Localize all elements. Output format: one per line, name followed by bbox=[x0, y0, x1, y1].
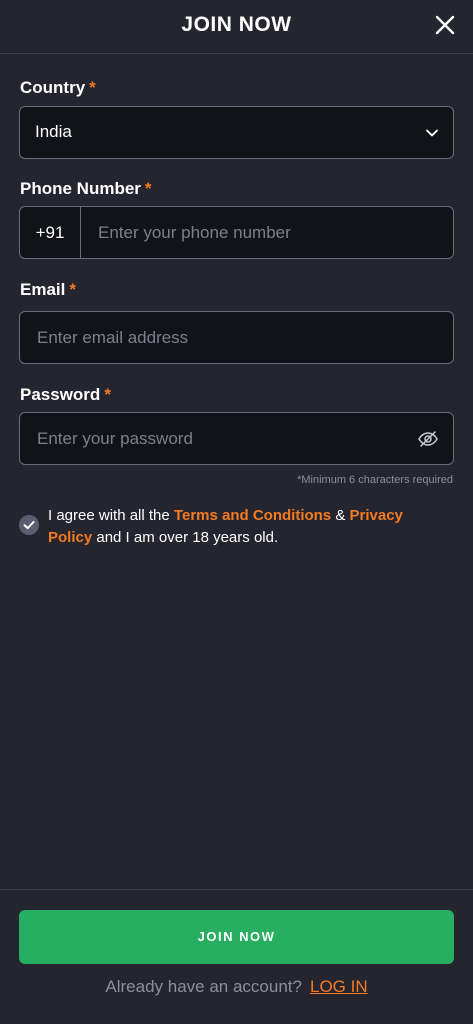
email-input[interactable] bbox=[35, 312, 440, 363]
login-prompt-row: Already have an account? LOG IN bbox=[0, 977, 473, 997]
email-label: Email * bbox=[20, 280, 76, 300]
phone-field: +91 bbox=[19, 206, 454, 259]
password-visibility-toggle[interactable] bbox=[417, 428, 439, 450]
join-now-screen: JOIN NOW Country * India Phone Number * +9… bbox=[0, 0, 473, 1024]
join-now-button[interactable]: JOIN NOW bbox=[19, 910, 454, 964]
terms-link[interactable]: Terms and Conditions bbox=[174, 507, 331, 524]
agreement-ampersand: & bbox=[335, 507, 346, 524]
password-label: Password * bbox=[20, 385, 111, 405]
agreement-text: I agree with all the Terms and Condition… bbox=[48, 505, 448, 549]
login-link[interactable]: LOG IN bbox=[310, 977, 368, 996]
phone-label-text: Phone Number bbox=[20, 179, 141, 198]
phone-label: Phone Number * bbox=[20, 179, 152, 199]
password-hint: *Minimum 6 characters required bbox=[297, 474, 453, 486]
agreement-text-before: I agree with all the bbox=[48, 507, 170, 524]
country-label: Country * bbox=[20, 78, 96, 98]
login-prompt-text: Already have an account? bbox=[105, 977, 302, 996]
password-input[interactable] bbox=[35, 413, 405, 464]
close-button[interactable] bbox=[433, 13, 457, 37]
chevron-down-icon bbox=[426, 129, 438, 137]
country-select-value: India bbox=[35, 122, 72, 141]
close-icon bbox=[435, 15, 455, 35]
agree-checkbox[interactable] bbox=[19, 515, 39, 535]
footer-divider bbox=[0, 889, 473, 890]
phone-input[interactable] bbox=[96, 207, 446, 258]
eye-off-icon bbox=[418, 431, 438, 447]
page-title: JOIN NOW bbox=[181, 13, 292, 36]
email-field bbox=[19, 311, 454, 364]
header: JOIN NOW bbox=[0, 0, 473, 54]
country-code-prefix[interactable]: +91 bbox=[20, 207, 81, 258]
password-field bbox=[19, 412, 454, 465]
required-mark: * bbox=[69, 280, 76, 299]
required-mark: * bbox=[89, 78, 96, 97]
required-mark: * bbox=[144, 179, 152, 198]
agreement-text-after: and I am over 18 years old. bbox=[96, 529, 279, 546]
password-label-text: Password bbox=[20, 385, 101, 404]
required-mark: * bbox=[104, 385, 111, 404]
checkmark-icon bbox=[23, 521, 35, 530]
country-label-text: Country bbox=[20, 78, 86, 97]
email-label-text: Email bbox=[20, 280, 66, 299]
country-select[interactable]: India bbox=[19, 106, 454, 159]
